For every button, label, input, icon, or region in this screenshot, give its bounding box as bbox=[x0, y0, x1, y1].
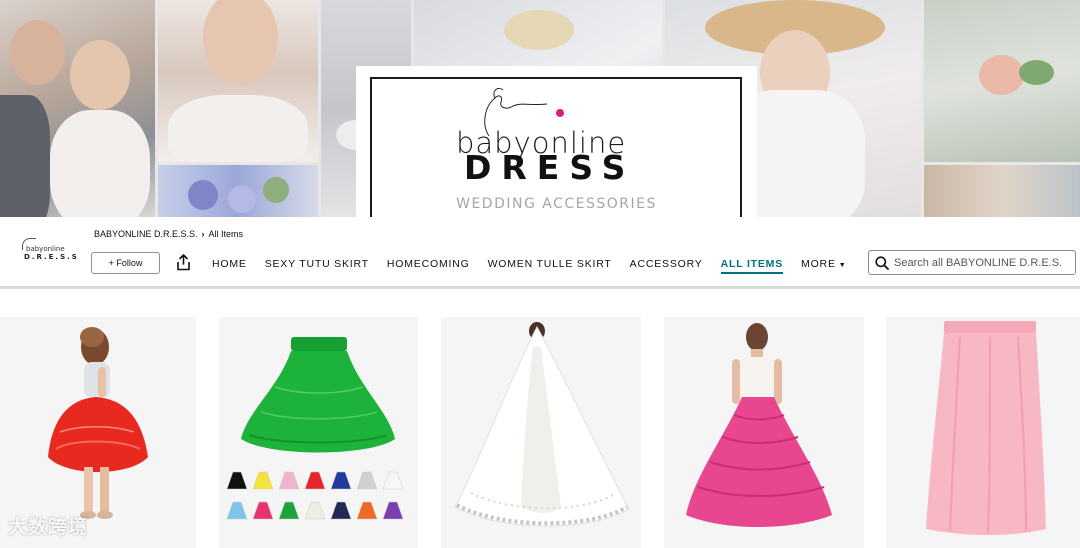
nav-more-label: MORE bbox=[801, 258, 836, 270]
color-swatch bbox=[252, 471, 274, 490]
color-swatches bbox=[226, 471, 404, 520]
nav-item-women-tulle-skirt[interactable]: WOMEN TULLE SKIRT bbox=[488, 258, 612, 270]
store-page: babyonline DRESS WEDDING ACCESSORIES bab… bbox=[0, 0, 1080, 548]
product-grid bbox=[0, 317, 1080, 548]
watermark-logo: 大数跨境 bbox=[8, 516, 89, 538]
hero-logo-card: babyonline DRESS WEDDING ACCESSORIES bbox=[356, 66, 757, 217]
breadcrumb: BABYONLINE D.R.E.S.S. › All Items bbox=[94, 229, 243, 239]
product-image-bridal-veil[interactable] bbox=[441, 317, 641, 548]
color-swatch bbox=[330, 501, 352, 520]
follow-button[interactable]: + Follow bbox=[91, 252, 160, 274]
color-swatch bbox=[382, 501, 404, 520]
store-logo-line2: D.R.E.S.S bbox=[24, 253, 79, 261]
chevron-right-icon: › bbox=[201, 229, 205, 239]
store-logo-line1: babyonline bbox=[26, 245, 65, 253]
store-search-box[interactable] bbox=[868, 250, 1076, 275]
color-swatch bbox=[278, 501, 300, 520]
color-swatch bbox=[330, 471, 352, 490]
brand-tagline: WEDDING ACCESSORIES bbox=[456, 196, 657, 212]
color-swatch bbox=[356, 471, 378, 490]
hero-photo-couple bbox=[0, 0, 155, 217]
breadcrumb-current: All Items bbox=[208, 229, 244, 239]
color-swatch bbox=[304, 471, 326, 490]
hero-banner: babyonline DRESS WEDDING ACCESSORIES bbox=[0, 0, 1080, 217]
color-swatch bbox=[304, 501, 326, 520]
breadcrumb-store-link[interactable]: BABYONLINE D.R.E.S.S. bbox=[94, 229, 198, 239]
nav-item-homecoming[interactable]: HOMECOMING bbox=[387, 258, 470, 270]
share-icon[interactable] bbox=[176, 254, 191, 271]
color-swatch bbox=[226, 501, 248, 520]
color-swatch bbox=[252, 501, 274, 520]
nav-item-all-items[interactable]: ALL ITEMS bbox=[720, 258, 784, 274]
nav-item-sexy-tutu-skirt[interactable]: SEXY TUTU SKIRT bbox=[265, 258, 369, 270]
product-card[interactable] bbox=[886, 317, 1080, 548]
color-swatch bbox=[278, 471, 300, 490]
product-image-green-petticoat[interactable] bbox=[219, 317, 418, 548]
color-swatch bbox=[382, 471, 404, 490]
color-swatch bbox=[226, 471, 248, 490]
caret-down-icon: ▼ bbox=[838, 262, 847, 269]
product-card[interactable] bbox=[219, 317, 418, 548]
product-image-pink-hoop-petticoat[interactable] bbox=[664, 317, 864, 548]
nav-item-accessory[interactable]: ACCESSORY bbox=[630, 258, 703, 270]
search-input[interactable] bbox=[894, 256, 1064, 269]
brand-name-line2: DRESS bbox=[464, 148, 636, 187]
nav-item-more[interactable]: MORE ▼ bbox=[801, 258, 846, 270]
logo-accent-dot bbox=[556, 109, 564, 117]
hero-photo-hands bbox=[924, 165, 1080, 217]
nav-item-home[interactable]: HOME bbox=[212, 258, 247, 270]
hero-photo-bride-necklace bbox=[158, 0, 318, 162]
hero-photo-bouquet bbox=[158, 165, 318, 217]
store-logo[interactable]: babyonline D.R.E.S.S bbox=[20, 236, 79, 268]
product-card[interactable] bbox=[664, 317, 864, 548]
product-card[interactable] bbox=[441, 317, 641, 548]
store-nav-menu: HOME SEXY TUTU SKIRT HOMECOMING WOMEN TU… bbox=[212, 258, 864, 274]
product-image-pink-tulle-skirt[interactable] bbox=[886, 317, 1080, 548]
hero-photo-boutonniere bbox=[924, 0, 1080, 162]
search-icon[interactable] bbox=[875, 255, 889, 270]
color-swatch bbox=[356, 501, 378, 520]
navbar-divider bbox=[0, 286, 1080, 289]
